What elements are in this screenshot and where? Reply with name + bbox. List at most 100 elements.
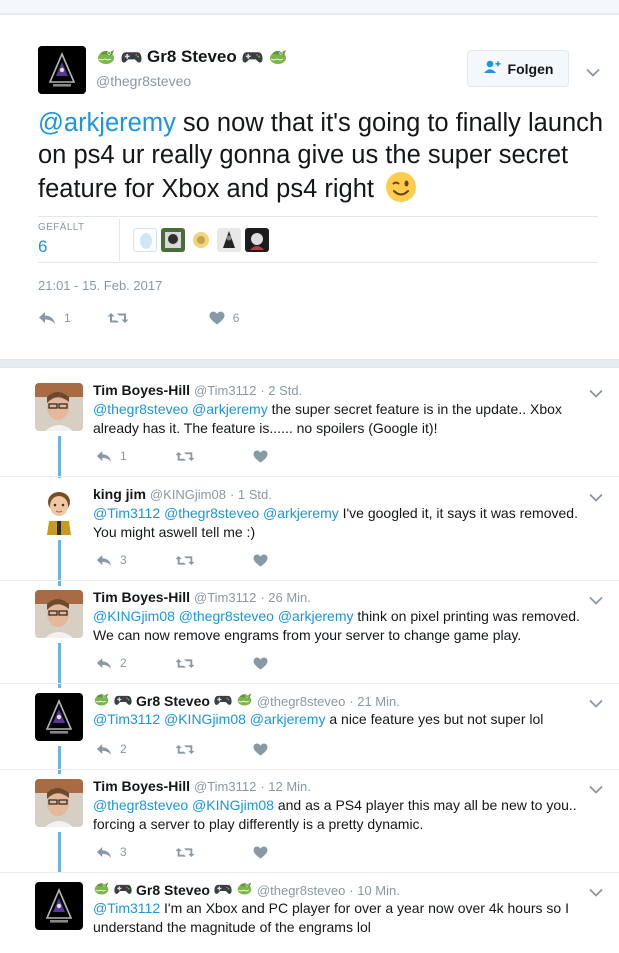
reply-text: @thegr8steveo @arkjeremy the super secre… xyxy=(93,400,593,438)
like-button[interactable] xyxy=(253,450,268,463)
reply-actions: 1 xyxy=(96,449,268,463)
likes-count[interactable]: 6 xyxy=(38,237,47,257)
crocodile-emoji-icon xyxy=(236,880,253,900)
reply-time[interactable]: · 10 Min. xyxy=(349,883,400,898)
liker-avatar[interactable] xyxy=(217,228,241,252)
reply-author-name[interactable]: king jim xyxy=(93,486,146,502)
follow-button[interactable]: Folgen xyxy=(467,50,569,87)
chevron-down-icon[interactable] xyxy=(586,64,600,73)
divider xyxy=(0,769,619,770)
mention-link[interactable]: @thegr8steveo @KINGjim08 xyxy=(93,797,274,813)
reply-time[interactable]: · 1 Std. xyxy=(230,487,272,502)
chevron-down-icon[interactable] xyxy=(589,695,603,704)
tweet-actions: 1 6 xyxy=(38,311,239,325)
heart-icon xyxy=(253,657,268,670)
crocodile-emoji-icon xyxy=(93,880,110,900)
chevron-down-icon[interactable] xyxy=(589,884,603,893)
heart-icon xyxy=(253,846,268,859)
reply-author-handle[interactable]: @thegr8steveo xyxy=(257,694,345,709)
reply-author-handle[interactable]: @Tim3112 xyxy=(194,779,256,794)
reply-button[interactable]: 3 xyxy=(96,845,127,859)
reply-actions: 3 xyxy=(96,845,268,859)
reply-author-handle[interactable]: @Tim3112 xyxy=(194,383,256,398)
retweet-button[interactable] xyxy=(175,743,195,756)
reply-text: @Tim3112 @KINGjim08 @arkjeremy a nice fe… xyxy=(93,710,593,729)
reply-count: 3 xyxy=(120,845,127,859)
avatar[interactable] xyxy=(35,590,83,638)
avatar[interactable] xyxy=(38,46,86,94)
reply-time[interactable]: · 21 Min. xyxy=(349,694,400,709)
mention-link[interactable]: @arkjeremy xyxy=(38,109,176,137)
previous-tweet-edge xyxy=(0,0,619,14)
mention-link[interactable]: @Tim3112 @KINGjim08 @arkjeremy xyxy=(93,711,325,727)
avatar[interactable] xyxy=(35,882,83,930)
reply-actions: 2 xyxy=(96,656,268,670)
reply-time[interactable]: · 12 Min. xyxy=(260,779,311,794)
thread-connector xyxy=(58,643,61,688)
retweet-icon xyxy=(175,657,195,670)
tweet-timestamp[interactable]: 21:01 - 15. Feb. 2017 xyxy=(38,278,162,293)
retweet-icon xyxy=(107,311,129,325)
chevron-down-icon[interactable] xyxy=(589,385,603,394)
avatar[interactable] xyxy=(35,383,83,431)
liker-avatar[interactable] xyxy=(189,228,213,252)
reply-icon xyxy=(96,846,112,859)
reply-button[interactable]: 2 xyxy=(96,656,127,670)
reply-count: 3 xyxy=(120,553,127,567)
reply-author-name[interactable]: Tim Boyes-Hill xyxy=(93,778,190,794)
chevron-down-icon[interactable] xyxy=(589,592,603,601)
retweet-button[interactable] xyxy=(175,554,195,567)
main-tweet: Gr8 Steveo @thegr8steveo Folgen @arkjere… xyxy=(0,15,619,360)
divider xyxy=(0,580,619,581)
reply-button[interactable]: 2 xyxy=(96,742,127,756)
avatar[interactable] xyxy=(35,487,83,535)
like-button[interactable] xyxy=(253,554,268,567)
retweet-button[interactable] xyxy=(175,657,195,670)
reply-author-name[interactable]: Tim Boyes-Hill xyxy=(93,589,190,605)
chevron-down-icon[interactable] xyxy=(589,781,603,790)
like-button[interactable] xyxy=(253,743,268,756)
avatar[interactable] xyxy=(35,693,83,741)
crocodile-emoji-icon xyxy=(96,47,116,67)
reply-body: I'm an Xbox and PC player for over a yea… xyxy=(93,900,569,935)
reply-text: @thegr8steveo @KINGjim08 and as a PS4 pl… xyxy=(93,796,593,834)
mention-link[interactable]: @thegr8steveo @arkjeremy xyxy=(93,401,268,417)
reply-button[interactable]: 3 xyxy=(96,553,127,567)
like-button[interactable] xyxy=(253,846,268,859)
retweet-button[interactable] xyxy=(175,846,195,859)
liker-avatar[interactable] xyxy=(133,228,157,252)
gamepad-emoji-icon xyxy=(214,693,232,710)
mention-link[interactable]: @Tim3112 @thegr8steveo @arkjeremy xyxy=(93,505,339,521)
reply-time[interactable]: · 26 Min. xyxy=(260,590,311,605)
reply-button[interactable]: 1 xyxy=(38,311,71,325)
chevron-down-icon[interactable] xyxy=(589,489,603,498)
follow-label: Folgen xyxy=(507,60,554,77)
crocodile-emoji-icon xyxy=(268,47,288,67)
retweet-button[interactable] xyxy=(107,311,137,325)
retweet-icon xyxy=(175,554,195,567)
author-name-row[interactable]: Gr8 Steveo xyxy=(96,47,288,67)
mention-link[interactable]: @Tim3112 xyxy=(93,900,160,916)
reply-body: a nice feature yes but not super lol xyxy=(325,711,544,727)
reply-button[interactable]: 1 xyxy=(96,449,127,463)
author-handle[interactable]: @thegr8steveo xyxy=(96,73,191,89)
reply-author-handle[interactable]: @KINGjim08 xyxy=(150,487,226,502)
reply-author-handle[interactable]: @thegr8steveo xyxy=(257,883,345,898)
reply-author-name[interactable]: Tim Boyes-Hill xyxy=(93,382,190,398)
retweet-icon xyxy=(175,846,195,859)
crocodile-emoji-icon xyxy=(93,691,110,711)
reply-header: Tim Boyes-Hill @Tim3112 · 26 Min. xyxy=(93,589,311,605)
divider xyxy=(0,683,619,684)
avatar[interactable] xyxy=(35,779,83,827)
reply-author-name[interactable]: Gr8 Steveo xyxy=(136,693,210,709)
mention-link[interactable]: @KINGjim08 @thegr8steveo @arkjeremy xyxy=(93,608,354,624)
reply-author-handle[interactable]: @Tim3112 xyxy=(194,590,256,605)
liker-avatar[interactable] xyxy=(245,228,269,252)
retweet-button[interactable] xyxy=(175,450,195,463)
like-button[interactable] xyxy=(253,657,268,670)
liker-avatar[interactable] xyxy=(161,228,185,252)
like-button[interactable]: 6 xyxy=(209,311,239,325)
reply-author-name[interactable]: Gr8 Steveo xyxy=(136,882,210,898)
reply-time[interactable]: · 2 Std. xyxy=(260,383,302,398)
reply-text: @Tim3112 @thegr8steveo @arkjeremy I've g… xyxy=(93,504,593,542)
